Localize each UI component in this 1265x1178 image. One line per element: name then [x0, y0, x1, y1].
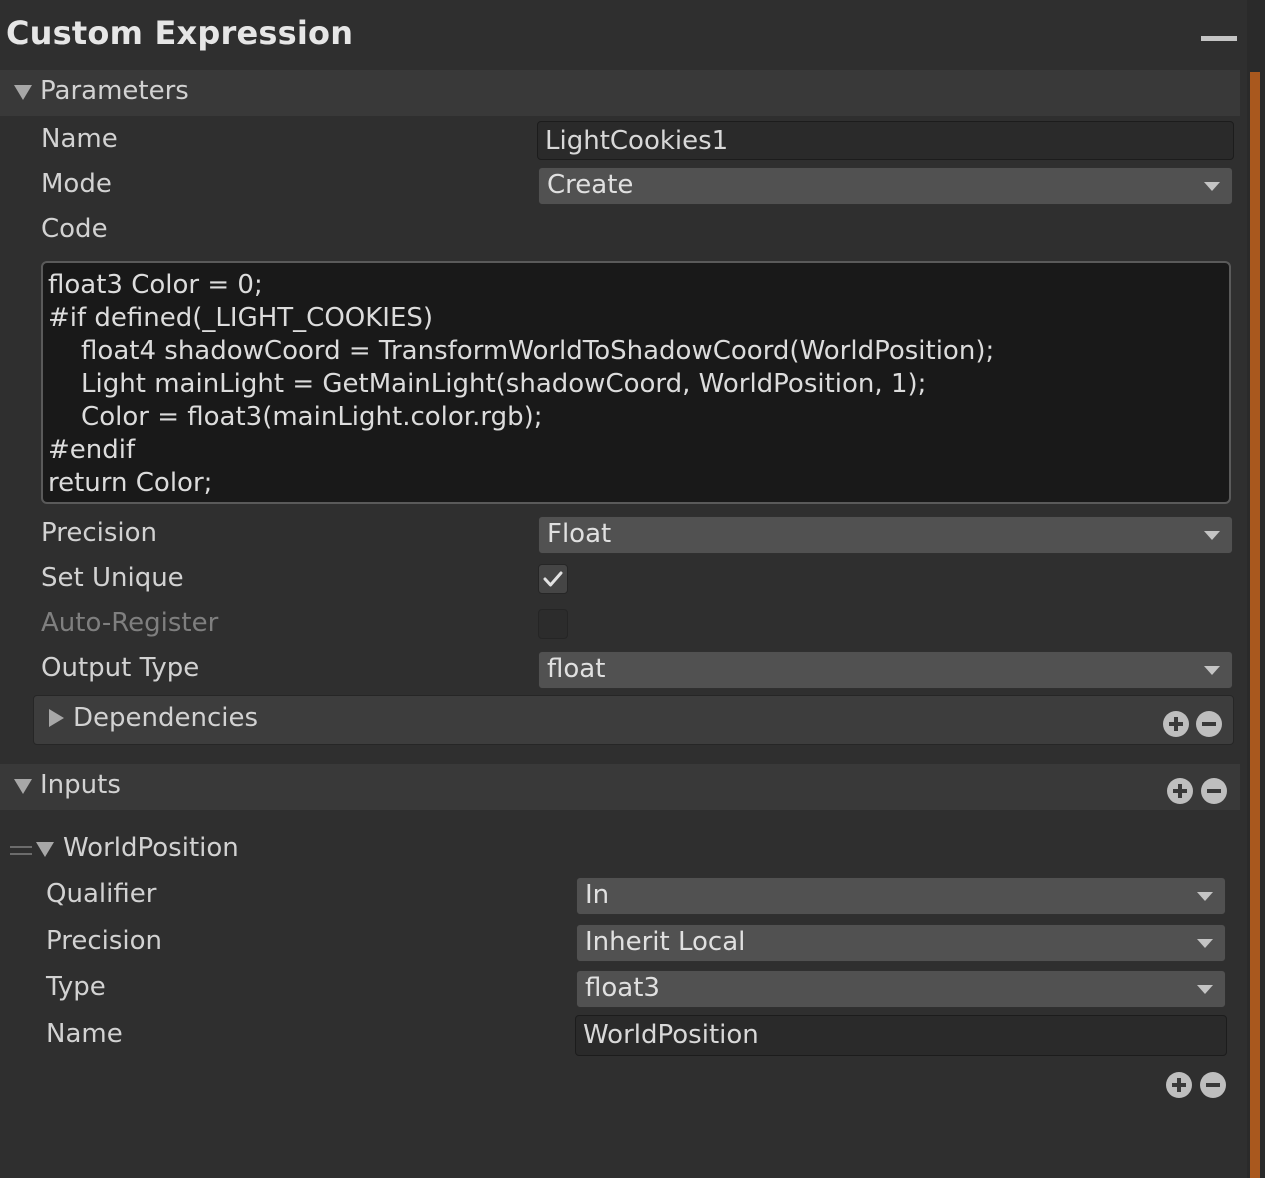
input-precision-dropdown[interactable]: Inherit Local — [576, 924, 1226, 962]
code-label: Code — [41, 214, 108, 244]
parameters-foldout[interactable]: Parameters — [0, 70, 1240, 116]
drag-handle-icon[interactable] — [10, 846, 32, 856]
chevron-down-icon — [1204, 666, 1220, 675]
chevron-down-icon — [1204, 182, 1220, 191]
foldout-expanded-icon — [14, 85, 32, 100]
chevron-down-icon — [1197, 985, 1213, 994]
minus-icon — [1207, 789, 1221, 793]
scrollbar-thumb[interactable] — [1250, 72, 1260, 1178]
chevron-down-icon — [1197, 939, 1213, 948]
remove-dependency-button[interactable] — [1196, 711, 1222, 737]
output-type-dropdown-value: float — [547, 654, 606, 684]
input-name-label: Name — [46, 1019, 123, 1049]
foldout-expanded-icon[interactable] — [36, 842, 54, 857]
name-input[interactable]: LightCookies1 — [537, 121, 1234, 160]
foldout-expanded-icon — [14, 779, 32, 794]
input-name-field[interactable]: WorldPosition — [575, 1015, 1227, 1056]
auto-register-label: Auto-Register — [41, 608, 219, 638]
qualifier-dropdown-value: In — [585, 880, 610, 910]
inputs-section-label: Inputs — [40, 770, 121, 800]
chevron-down-icon — [1197, 892, 1213, 901]
input-type-dropdown-value: float3 — [585, 973, 660, 1003]
parameters-section-label: Parameters — [40, 76, 189, 106]
qualifier-label: Qualifier — [46, 879, 157, 909]
minus-icon — [1202, 722, 1216, 726]
dependencies-label: Dependencies — [73, 703, 259, 733]
add-input-button[interactable] — [1167, 778, 1193, 804]
remove-input-item-button[interactable] — [1200, 1072, 1226, 1098]
mode-label: Mode — [41, 169, 112, 199]
input-item-title: WorldPosition — [63, 833, 239, 863]
plus-icon-vertical — [1174, 717, 1178, 731]
qualifier-dropdown[interactable]: In — [576, 877, 1226, 915]
checkmark-icon — [543, 571, 563, 587]
input-precision-label: Precision — [46, 926, 163, 956]
mode-dropdown-value: Create — [547, 170, 634, 200]
code-editor[interactable]: float3 Color = 0; #if defined(_LIGHT_COO… — [41, 261, 1231, 504]
output-type-label: Output Type — [41, 653, 200, 683]
panel-title: Custom Expression — [6, 14, 354, 52]
dependencies-foldout[interactable]: Dependencies — [33, 695, 1234, 745]
minus-icon — [1206, 1083, 1220, 1087]
plus-icon-vertical — [1177, 1078, 1181, 1092]
input-type-dropdown[interactable]: float3 — [576, 970, 1226, 1008]
set-unique-label: Set Unique — [41, 563, 184, 593]
auto-register-checkbox — [538, 609, 568, 639]
foldout-collapsed-icon — [49, 709, 64, 727]
precision-label: Precision — [41, 518, 158, 548]
output-type-dropdown[interactable]: float — [538, 651, 1233, 689]
collapse-panel-button[interactable] — [1201, 36, 1237, 41]
precision-dropdown[interactable]: Float — [538, 516, 1233, 554]
input-precision-dropdown-value: Inherit Local — [585, 927, 746, 957]
add-input-item-button[interactable] — [1166, 1072, 1192, 1098]
precision-dropdown-value: Float — [547, 519, 612, 549]
plus-icon-vertical — [1178, 784, 1182, 798]
chevron-down-icon — [1204, 531, 1220, 540]
mode-dropdown[interactable]: Create — [538, 167, 1233, 205]
remove-input-button[interactable] — [1201, 778, 1227, 804]
set-unique-checkbox[interactable] — [538, 564, 568, 594]
name-label: Name — [41, 124, 118, 154]
input-type-label: Type — [46, 972, 106, 1002]
inputs-foldout[interactable]: Inputs — [0, 764, 1240, 810]
add-dependency-button[interactable] — [1163, 711, 1189, 737]
